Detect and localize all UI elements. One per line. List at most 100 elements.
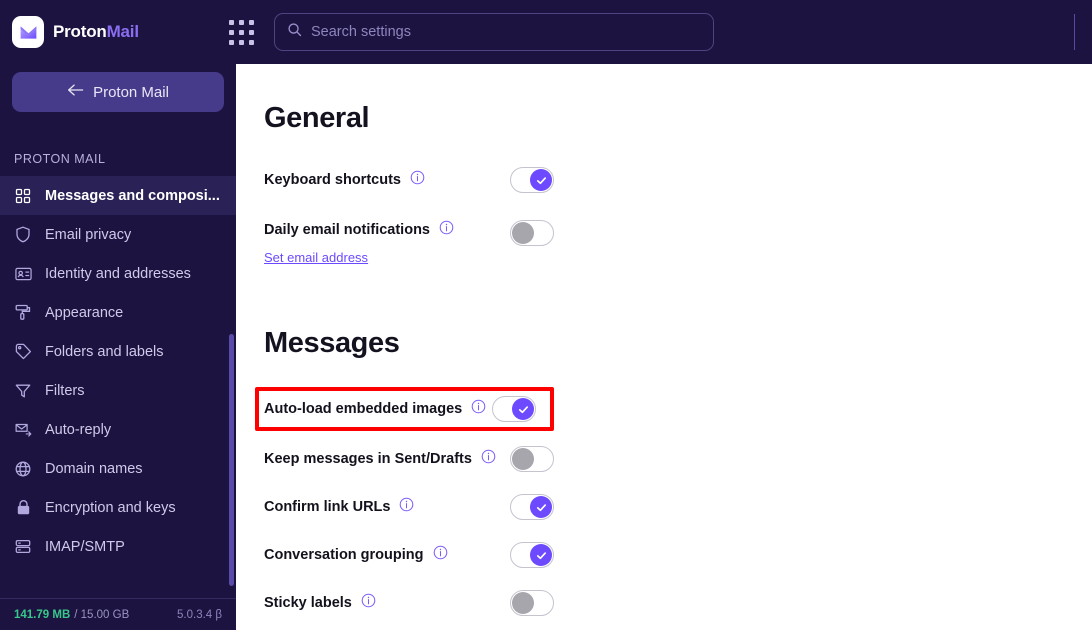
toggle-holder (510, 167, 554, 193)
settings-content: General Keyboard shortcuts Daily email n… (236, 64, 1092, 630)
squares-grid-icon (14, 187, 32, 205)
setting-row-daily-email-notifications: Daily email notifications Set email addr… (264, 220, 554, 265)
sidebar-item-imap-smtp[interactable]: IMAP/SMTP (0, 527, 236, 566)
setting-label-line: Conversation grouping (264, 545, 448, 565)
grid-dot (248, 39, 254, 45)
apps-grid-icon[interactable] (224, 15, 258, 49)
sidebar-item-label: IMAP/SMTP (45, 538, 125, 555)
storage-total: / 15.00 GB (74, 608, 130, 621)
proton-mail-envelope-icon (12, 16, 44, 48)
search-bar[interactable] (274, 13, 714, 51)
toggle-keep-messages-in-sent-drafts[interactable] (510, 446, 554, 472)
setting-row-keyboard-shortcuts: Keyboard shortcuts (264, 167, 554, 193)
sidebar-item-identity-and-addresses[interactable]: Identity and addresses (0, 254, 236, 293)
set-email-address-link[interactable]: Set email address (264, 250, 368, 265)
toggle-knob (530, 169, 552, 191)
back-to-mail-button[interactable]: Proton Mail (12, 72, 224, 112)
setting-label-line: Keep messages in Sent/Drafts (264, 449, 496, 469)
brand-word-two: Mail (106, 22, 139, 41)
setting-left: Auto-load embedded images (264, 399, 486, 419)
setting-label: Keep messages in Sent/Drafts (264, 451, 472, 467)
grid-dot (228, 29, 234, 35)
setting-left: Keep messages in Sent/Drafts (264, 449, 496, 469)
top-bar-divider (1074, 14, 1075, 50)
sidebar-item-filters[interactable]: Filters (0, 371, 236, 410)
toggle-knob (530, 544, 552, 566)
toggle-holder (492, 396, 536, 422)
info-icon[interactable] (439, 220, 454, 240)
setting-label: Auto-load embedded images (264, 401, 463, 417)
funnel-icon (14, 382, 32, 400)
sidebar: Proton Mail PROTON MAIL Messages and com… (0, 64, 236, 630)
body: Proton Mail PROTON MAIL Messages and com… (0, 64, 1092, 630)
grid-dot (248, 29, 254, 35)
grid-dot (228, 19, 234, 25)
brand[interactable]: ProtonMail (0, 16, 224, 48)
sidebar-item-label: Identity and addresses (45, 265, 191, 282)
toggle-holder (510, 590, 554, 616)
toggle-confirm-link-urls[interactable] (510, 494, 554, 520)
info-icon[interactable] (361, 593, 376, 613)
toggle-sticky-labels[interactable] (510, 590, 554, 616)
info-icon[interactable] (433, 545, 448, 565)
sidebar-scrollbar[interactable] (229, 334, 234, 586)
brand-word-one: Proton (53, 22, 107, 41)
setting-label-line: Confirm link URLs (264, 497, 414, 517)
lock-icon (14, 499, 32, 517)
search-input[interactable] (311, 24, 701, 40)
setting-left: Daily email notifications Set email addr… (264, 220, 454, 265)
grid-dot (228, 39, 234, 45)
sidebar-item-folders-and-labels[interactable]: Folders and labels (0, 332, 236, 371)
sidebar-nav: Messages and composi... Email privacy Id… (0, 176, 236, 566)
setting-left: Sticky labels (264, 593, 376, 613)
grid-dot (248, 19, 254, 25)
setting-row-auto-load-embedded-images: Auto-load embedded images (264, 396, 554, 422)
sidebar-item-label: Appearance (45, 304, 124, 321)
setting-row-keep-messages-in-sent-drafts: Keep messages in Sent/Drafts (264, 446, 554, 472)
toggle-holder (510, 542, 554, 568)
setting-row-conversation-grouping: Conversation grouping (264, 542, 554, 568)
toggle-keyboard-shortcuts[interactable] (510, 167, 554, 193)
sidebar-item-messages-and-composing[interactable]: Messages and composi... (0, 176, 236, 215)
info-icon[interactable] (399, 497, 414, 517)
globe-icon (14, 460, 32, 478)
toggle-holder (510, 446, 554, 472)
sidebar-heading: PROTON MAIL (14, 152, 106, 166)
sidebar-item-label: Messages and composi... (45, 187, 220, 204)
info-icon[interactable] (471, 399, 486, 419)
setting-left: Confirm link URLs (264, 497, 414, 517)
shield-icon (14, 226, 32, 244)
toggle-conversation-grouping[interactable] (510, 542, 554, 568)
setting-label: Keyboard shortcuts (264, 172, 401, 188)
sidebar-item-label: Email privacy (45, 226, 132, 243)
brand-title: ProtonMail (53, 22, 139, 42)
setting-label-line: Auto-load embedded images (264, 399, 486, 419)
grid-dot (238, 39, 244, 45)
sidebar-item-auto-reply[interactable]: Auto-reply (0, 410, 236, 449)
setting-row-sticky-labels: Sticky labels (264, 590, 554, 616)
sidebar-item-encryption-and-keys[interactable]: Encryption and keys (0, 488, 236, 527)
sidebar-item-domain-names[interactable]: Domain names (0, 449, 236, 488)
page-title-messages: Messages (264, 327, 400, 359)
sidebar-footer: 141.79 MB / 15.00 GB 5.0.3.4 β (0, 598, 236, 630)
info-icon[interactable] (410, 170, 425, 190)
setting-label: Confirm link URLs (264, 499, 391, 515)
toggle-knob (512, 398, 534, 420)
sidebar-item-appearance[interactable]: Appearance (0, 293, 236, 332)
envelope-arrow-icon (14, 421, 32, 439)
toggle-daily-email-notifications[interactable] (510, 220, 554, 246)
setting-label-line: Keyboard shortcuts (264, 170, 425, 190)
server-icon (14, 538, 32, 556)
grid-dot (238, 19, 244, 25)
toggle-auto-load-embedded-images[interactable] (492, 396, 536, 422)
toggle-holder (510, 220, 554, 246)
sidebar-item-email-privacy[interactable]: Email privacy (0, 215, 236, 254)
setting-left: Conversation grouping (264, 545, 448, 565)
search-icon (287, 22, 302, 42)
setting-label: Sticky labels (264, 595, 352, 611)
app-version: 5.0.3.4 β (177, 608, 222, 621)
settings-window: ProtonMail Search settings Proton Mail P… (0, 0, 1092, 630)
setting-label-line: Sticky labels (264, 593, 376, 613)
info-icon[interactable] (481, 449, 496, 469)
page-title-general: General (264, 102, 370, 134)
